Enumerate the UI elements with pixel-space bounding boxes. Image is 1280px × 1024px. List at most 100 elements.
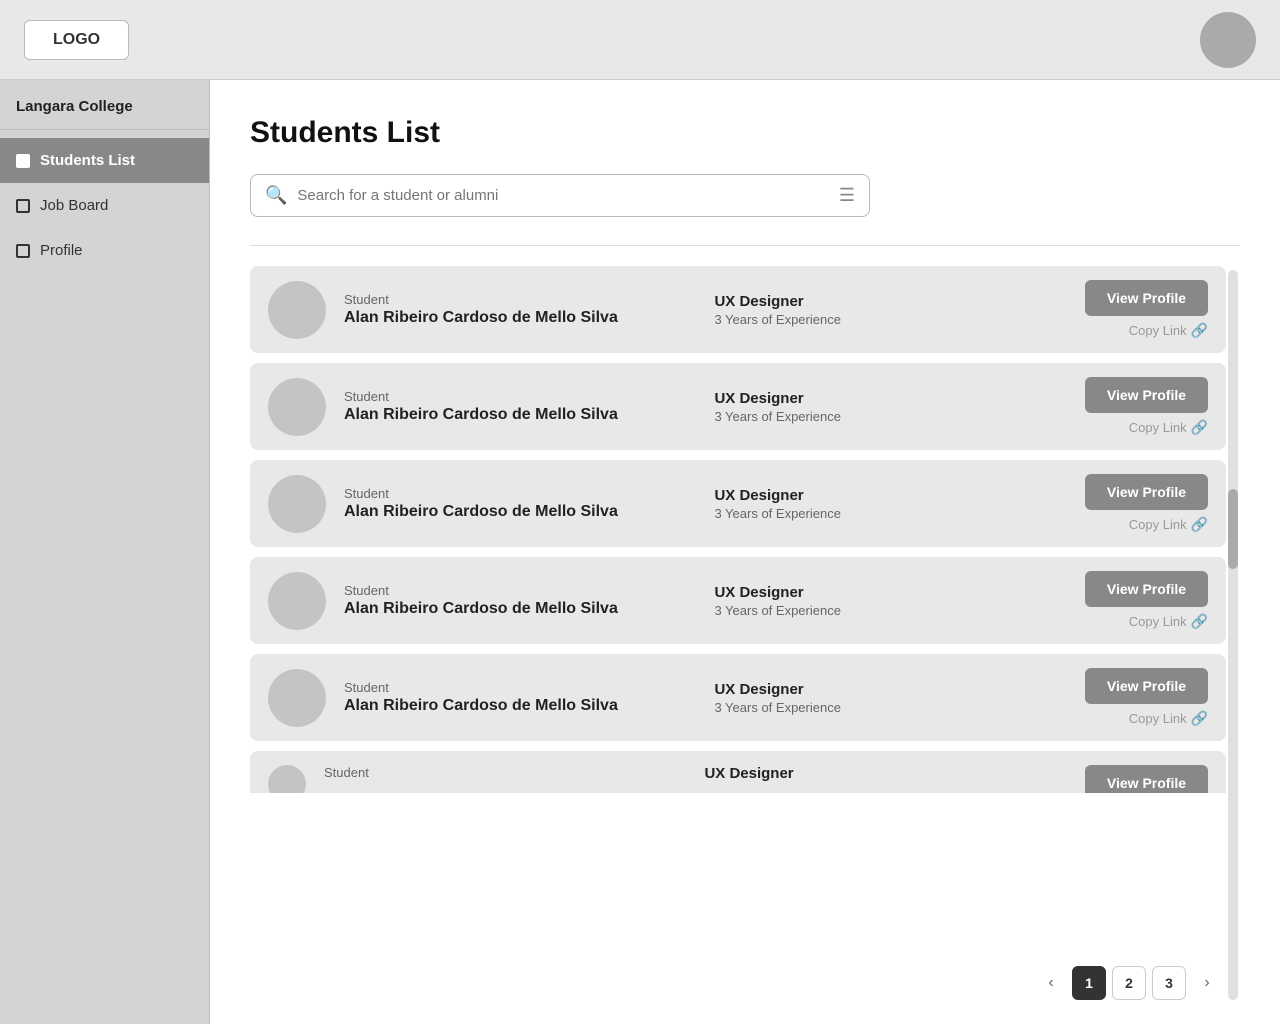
student-info: Student Alan Ribeiro Cardoso de Mello Si… xyxy=(344,486,696,521)
search-bar: 🔍 ☰ xyxy=(250,174,870,217)
specialty-title: UX Designer xyxy=(714,487,1066,504)
student-actions: View Profile Copy Link 🔗 xyxy=(1085,280,1208,339)
scrollbar[interactable] xyxy=(1228,270,1238,1000)
main-scroll-inner: Student Alan Ribeiro Cardoso de Mello Si… xyxy=(250,266,1226,1004)
students-list-icon xyxy=(16,154,30,168)
sidebar-item-students-list[interactable]: Students List xyxy=(0,138,209,183)
sidebar-nav: Students List Job Board Profile xyxy=(0,138,209,273)
sidebar-item-label-job-board: Job Board xyxy=(40,197,108,214)
copy-link-button[interactable]: Copy Link 🔗 xyxy=(1129,710,1208,727)
body-layout: Langara College Students List Job Board … xyxy=(0,80,1280,1024)
view-profile-button[interactable]: View Profile xyxy=(1085,474,1208,510)
table-row: Student Alan Ribeiro Cardoso de Mello Si… xyxy=(250,654,1226,741)
scrollbar-thumb[interactable] xyxy=(1228,489,1238,569)
copy-link-label: Copy Link xyxy=(1129,711,1187,726)
specialty-title: UX Designer xyxy=(714,293,1066,310)
avatar xyxy=(268,765,306,793)
student-actions: View Profile Copy Link 🔗 xyxy=(1085,668,1208,727)
profile-icon xyxy=(16,244,30,258)
sidebar-org-name: Langara College xyxy=(0,80,209,130)
pagination-next-button[interactable]: › xyxy=(1192,966,1222,1000)
copy-link-button[interactable]: Copy Link 🔗 xyxy=(1129,322,1208,339)
specialty-title: UX Designer xyxy=(714,681,1066,698)
avatar xyxy=(268,378,326,436)
divider xyxy=(250,245,1240,246)
link-icon: 🔗 xyxy=(1191,613,1208,630)
students-list: Student Alan Ribeiro Cardoso de Mello Si… xyxy=(250,266,1226,950)
link-icon: 🔗 xyxy=(1191,419,1208,436)
link-icon: 🔗 xyxy=(1191,322,1208,339)
job-board-icon xyxy=(16,199,30,213)
table-row: Student Alan Ribeiro Cardoso de Mello Si… xyxy=(250,266,1226,353)
sidebar-item-job-board[interactable]: Job Board xyxy=(0,183,209,228)
copy-link-label: Copy Link xyxy=(1129,420,1187,435)
student-actions: View Profile Copy Link 🔗 xyxy=(1085,571,1208,630)
copy-link-label: Copy Link xyxy=(1129,614,1187,629)
copy-link-button[interactable]: Copy Link 🔗 xyxy=(1129,613,1208,630)
pagination-page-1-button[interactable]: 1 xyxy=(1072,966,1106,1000)
student-role-label: Student xyxy=(344,680,696,695)
student-specialty: UX Designer 3 Years of Experience xyxy=(714,584,1066,618)
link-icon: 🔗 xyxy=(1191,516,1208,533)
student-name: Alan Ribeiro Cardoso de Mello Silva xyxy=(344,503,696,521)
avatar xyxy=(268,281,326,339)
student-specialty: UX Designer 3 Years of Experience xyxy=(714,390,1066,424)
table-row: Student Alan Ribeiro Cardoso de Mello Si… xyxy=(250,557,1226,644)
copy-link-label: Copy Link xyxy=(1129,517,1187,532)
user-avatar[interactable] xyxy=(1200,12,1256,68)
student-role-label: Student xyxy=(344,583,696,598)
pagination: ‹ 1 2 3 › xyxy=(250,950,1226,1004)
view-profile-button[interactable]: View Profile xyxy=(1085,765,1208,793)
filter-icon[interactable]: ☰ xyxy=(839,185,855,206)
specialty-title: UX Designer xyxy=(714,390,1066,407)
table-row: Student Alan Ribeiro Cardoso de Mello Si… xyxy=(250,363,1226,450)
view-profile-button[interactable]: View Profile xyxy=(1085,668,1208,704)
student-specialty: UX Designer 3 Years of Experience xyxy=(714,293,1066,327)
student-info: Student xyxy=(324,765,686,782)
search-input[interactable] xyxy=(297,187,828,204)
copy-link-button[interactable]: Copy Link 🔗 xyxy=(1129,419,1208,436)
copy-link-button[interactable]: Copy Link 🔗 xyxy=(1129,516,1208,533)
student-info: Student Alan Ribeiro Cardoso de Mello Si… xyxy=(344,583,696,618)
specialty-title: UX Designer xyxy=(714,584,1066,601)
main-content: Students List 🔍 ☰ Student Alan Ribeiro C… xyxy=(210,80,1280,1024)
specialty-exp: 3 Years of Experience xyxy=(714,409,1066,424)
view-profile-button[interactable]: View Profile xyxy=(1085,571,1208,607)
page-title: Students List xyxy=(250,116,1240,150)
student-name: Alan Ribeiro Cardoso de Mello Silva xyxy=(344,406,696,424)
avatar xyxy=(268,475,326,533)
link-icon: 🔗 xyxy=(1191,710,1208,727)
specialty-exp: 3 Years of Experience xyxy=(714,312,1066,327)
student-role-label: Student xyxy=(344,292,696,307)
student-info: Student Alan Ribeiro Cardoso de Mello Si… xyxy=(344,292,696,327)
specialty-exp: 3 Years of Experience xyxy=(714,700,1066,715)
student-name: Alan Ribeiro Cardoso de Mello Silva xyxy=(344,697,696,715)
pagination-prev-button[interactable]: ‹ xyxy=(1036,966,1066,1000)
view-profile-button[interactable]: View Profile xyxy=(1085,377,1208,413)
pagination-page-3-button[interactable]: 3 xyxy=(1152,966,1186,1000)
student-actions: View Profile Copy Link 🔗 xyxy=(1085,377,1208,436)
copy-link-label: Copy Link xyxy=(1129,323,1187,338)
sidebar: Langara College Students List Job Board … xyxy=(0,80,210,1024)
avatar xyxy=(268,572,326,630)
specialty-exp: 3 Years of Experience xyxy=(714,603,1066,618)
specialty-title: UX Designer xyxy=(704,765,1066,782)
sidebar-item-label-students: Students List xyxy=(40,152,135,169)
student-actions: View Profile xyxy=(1085,765,1208,793)
student-role-label: Student xyxy=(344,486,696,501)
student-role-label: Student xyxy=(324,765,686,780)
search-icon: 🔍 xyxy=(265,185,287,206)
logo: LOGO xyxy=(24,20,129,60)
student-specialty: UX Designer 3 Years of Experience xyxy=(714,487,1066,521)
student-info: Student Alan Ribeiro Cardoso de Mello Si… xyxy=(344,680,696,715)
table-row: Student Alan Ribeiro Cardoso de Mello Si… xyxy=(250,460,1226,547)
student-name: Alan Ribeiro Cardoso de Mello Silva xyxy=(344,309,696,327)
sidebar-item-label-profile: Profile xyxy=(40,242,83,259)
student-role-label: Student xyxy=(344,389,696,404)
student-specialty: UX Designer xyxy=(704,765,1066,784)
specialty-exp: 3 Years of Experience xyxy=(714,506,1066,521)
view-profile-button[interactable]: View Profile xyxy=(1085,280,1208,316)
student-name: Alan Ribeiro Cardoso de Mello Silva xyxy=(344,600,696,618)
pagination-page-2-button[interactable]: 2 xyxy=(1112,966,1146,1000)
sidebar-item-profile[interactable]: Profile xyxy=(0,228,209,273)
